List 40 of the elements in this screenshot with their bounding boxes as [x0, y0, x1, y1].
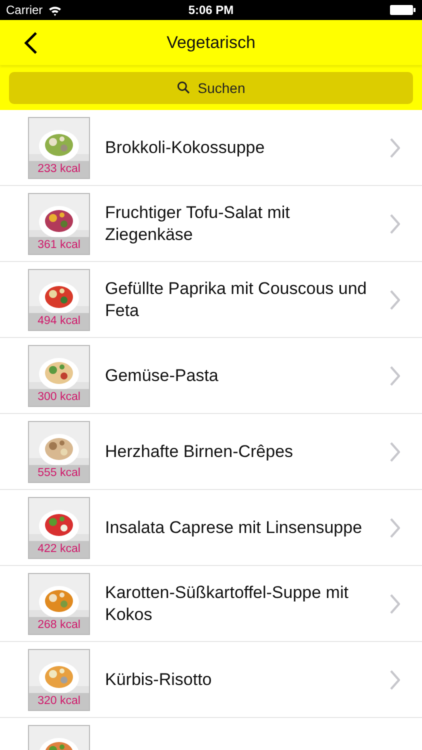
recipe-title: Fruchtiger Tofu-Salat mit Ziegenkäse — [105, 202, 291, 246]
battery-icon — [390, 5, 416, 15]
recipe-title: Gefüllte Paprika mit Couscous und Feta — [105, 278, 368, 322]
chevron-icon — [390, 138, 400, 158]
recipe-title: Herzhafte Birnen-Crêpes — [105, 440, 294, 462]
chevron-icon — [390, 442, 400, 462]
recipe-row[interactable]: 555 kcal Herzhafte Birnen-Crêpes — [0, 414, 422, 490]
calorie-label: 320 kcal — [29, 692, 89, 710]
recipe-title: Kürbis-Risotto — [105, 668, 213, 690]
search-button[interactable]: Suchen — [9, 72, 413, 104]
chevron-icon — [390, 290, 400, 310]
recipe-row[interactable]: 494 kcal Gefüllte Paprika mit Couscous und Feta — [0, 262, 422, 338]
recipe-row[interactable]: 300 kcal Gemüse-Pasta — [0, 338, 422, 414]
recipe-title: Gemüse-Pasta — [105, 364, 220, 386]
carrier-label: Carrier — [6, 3, 43, 17]
chevron-icon — [390, 518, 400, 538]
recipe-row[interactable]: 233 kcal Brokkoli-Kokossuppe — [0, 110, 422, 186]
wifi-icon — [48, 4, 62, 16]
calorie-label: 361 kcal — [29, 236, 89, 254]
recipe-title: Karotten-Süßkartoffel-Suppe mit Kokos — [105, 582, 350, 626]
nav-title: Vegetarisch — [166, 32, 256, 52]
recipe-row[interactable]: 268 kcal Karotten-Süßkartoffel-Suppe mit Kokos — [0, 566, 422, 642]
recipe-row[interactable]: 422 kcal Insalata Caprese mit Linsensuppe — [0, 490, 422, 566]
calorie-label: 300 kcal — [29, 388, 89, 406]
calorie-label: 233 kcal — [29, 160, 89, 178]
chevron-icon — [390, 366, 400, 386]
calorie-label: 268 kcal — [29, 616, 89, 634]
chevron-icon — [390, 214, 400, 234]
recipe-row[interactable]: 361 kcal Fruchtiger Tofu-Salat mit Ziegenkäse — [0, 186, 422, 262]
time-label: 5:06 PM — [187, 3, 235, 17]
calorie-label: 494 kcal — [29, 312, 89, 330]
search-icon — [176, 81, 190, 94]
recipe-title: Brokkoli-Kokossuppe — [105, 136, 266, 158]
calorie-label: 555 kcal — [29, 464, 89, 482]
calorie-label: 422 kcal — [29, 540, 89, 558]
back-icon[interactable] — [24, 30, 38, 54]
chevron-icon — [390, 670, 400, 690]
chevron-icon — [390, 594, 400, 614]
recipe-title: Insalata Caprese mit Linsensuppe — [105, 516, 364, 538]
recipe-row[interactable]: 320 kcal Kürbis-Risotto — [0, 642, 422, 718]
